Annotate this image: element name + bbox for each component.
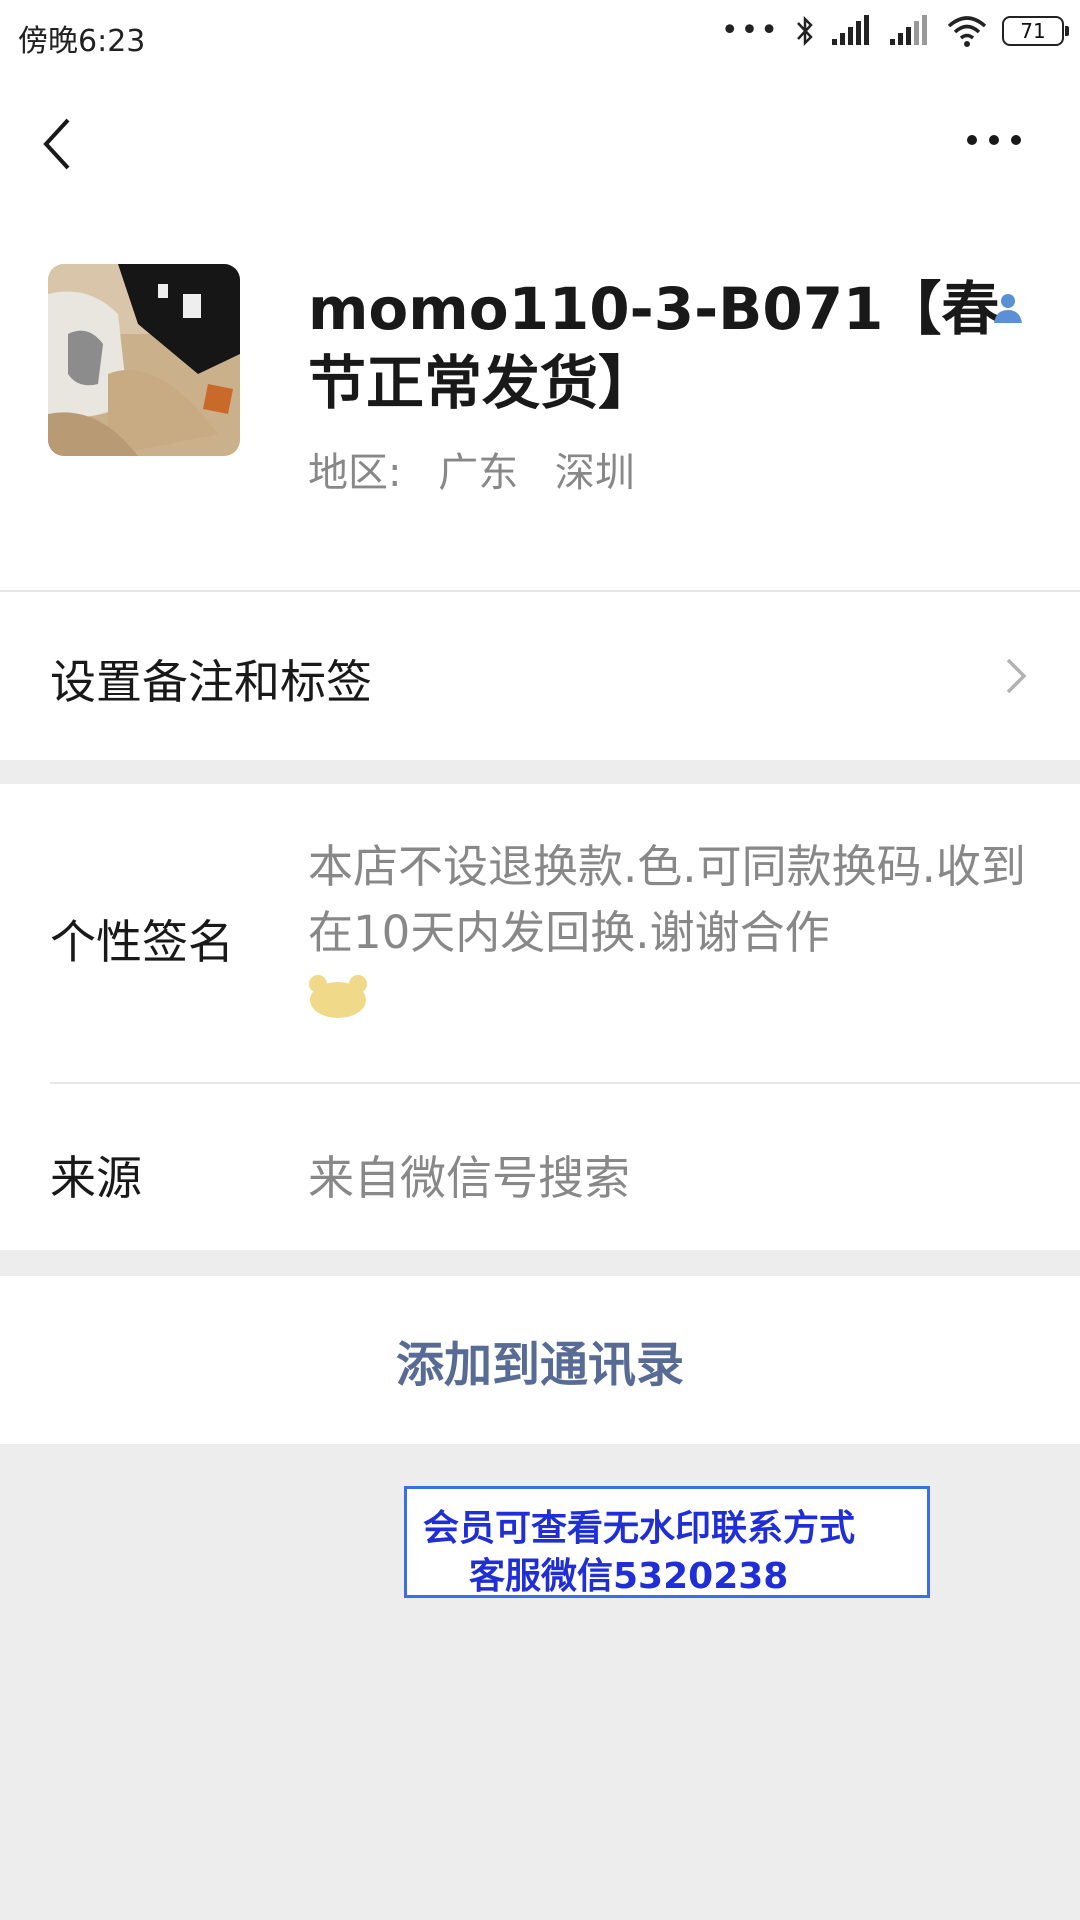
info-divider — [50, 1082, 1080, 1084]
more-icon[interactable] — [964, 130, 1024, 150]
watermark-line-2: 客服微信5320238 — [469, 1556, 789, 1597]
region-province: 广东 — [438, 450, 519, 496]
region: 地区: 广东 深圳 — [308, 440, 635, 498]
signal-icon — [832, 15, 869, 45]
wifi-icon — [947, 16, 987, 47]
bear-emoji-icon — [309, 975, 367, 1018]
battery-icon: 71 — [1002, 16, 1069, 46]
region-city: 深圳 — [554, 450, 635, 496]
status-icons: ••• 71 — [720, 13, 1069, 48]
remark-and-tags-row[interactable]: 设置备注和标签 — [0, 592, 1080, 760]
contact-icon — [994, 294, 1022, 323]
add-to-contacts-button[interactable]: 添加到通讯录 — [0, 1276, 1080, 1444]
watermark-line-1: 会员可查看无水印联系方式 — [423, 1508, 856, 1549]
contact-name: momo110-3-B071【春节正常发货】 — [308, 272, 1038, 420]
remark-label: 设置备注和标签 — [50, 655, 372, 709]
signature-label: 个性签名 — [50, 915, 234, 969]
source-value: 来自微信号搜索 — [308, 1151, 630, 1205]
status-time: 傍晚6:23 — [18, 24, 146, 59]
region-label: 地区: — [308, 450, 402, 496]
chevron-right-icon — [1006, 658, 1027, 694]
notification-dots-icon: ••• — [720, 13, 780, 48]
status-bar: 傍晚6:23 ••• 71 — [0, 0, 1080, 72]
nav-bar — [0, 72, 1080, 214]
source-label: 来源 — [50, 1151, 142, 1205]
signature-text: 本店不设退换款.色.可同款换码.收到在10天内发回换.谢谢合作 — [308, 840, 1026, 959]
profile-card: momo110-3-B071【春节正常发货】 地区: 广东 深圳 — [0, 214, 1080, 590]
info-section: 个性签名 本店不设退换款.色.可同款换码.收到在10天内发回换.谢谢合作 来源 … — [0, 784, 1080, 1250]
signal-2-icon — [890, 15, 927, 45]
bluetooth-icon — [797, 15, 813, 47]
contact-name-text: momo110-3-B071【春节正常发货】 — [308, 275, 1000, 417]
watermark-banner: 会员可查看无水印联系方式 客服微信5320238 — [404, 1486, 930, 1598]
add-contact-row: 添加到通讯录 — [0, 1276, 1080, 1444]
back-icon[interactable] — [38, 114, 78, 174]
avatar-image — [48, 264, 240, 456]
avatar[interactable] — [48, 264, 240, 456]
signature-value: 本店不设退换款.色.可同款换码.收到在10天内发回换.谢谢合作 — [308, 834, 1038, 1020]
